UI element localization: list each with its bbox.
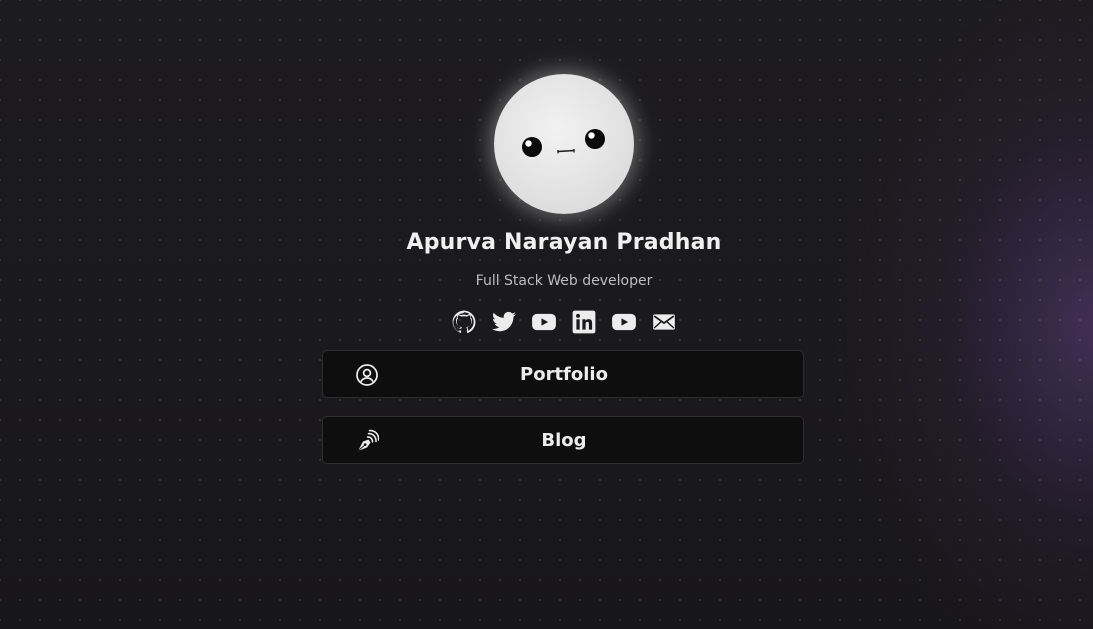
github-icon xyxy=(452,310,476,333)
youtube-link-secondary[interactable] xyxy=(611,309,637,335)
youtube-icon xyxy=(612,313,636,331)
email-link[interactable] xyxy=(651,309,677,335)
twitter-icon xyxy=(492,311,516,332)
linkedin-link[interactable] xyxy=(571,309,597,335)
social-links xyxy=(450,309,680,335)
blog-label: Blog xyxy=(541,430,587,451)
profile-name: Apurva Narayan Pradhan xyxy=(406,230,722,255)
youtube-link[interactable] xyxy=(531,309,557,335)
smiley-face-icon xyxy=(522,129,605,157)
blog-button[interactable]: Blog xyxy=(322,416,804,464)
twitter-link[interactable] xyxy=(491,309,517,335)
profile-page: Apurva Narayan Pradhan Full Stack Web de… xyxy=(0,0,1093,629)
profile-tagline: Full Stack Web developer xyxy=(475,273,653,289)
avatar xyxy=(494,74,634,214)
portfolio-label: Portfolio xyxy=(520,364,608,385)
portfolio-button[interactable]: Portfolio xyxy=(322,350,804,398)
github-link[interactable] xyxy=(451,309,477,335)
youtube-icon xyxy=(532,313,556,331)
linkedin-icon xyxy=(572,310,596,334)
mail-icon xyxy=(653,314,675,330)
